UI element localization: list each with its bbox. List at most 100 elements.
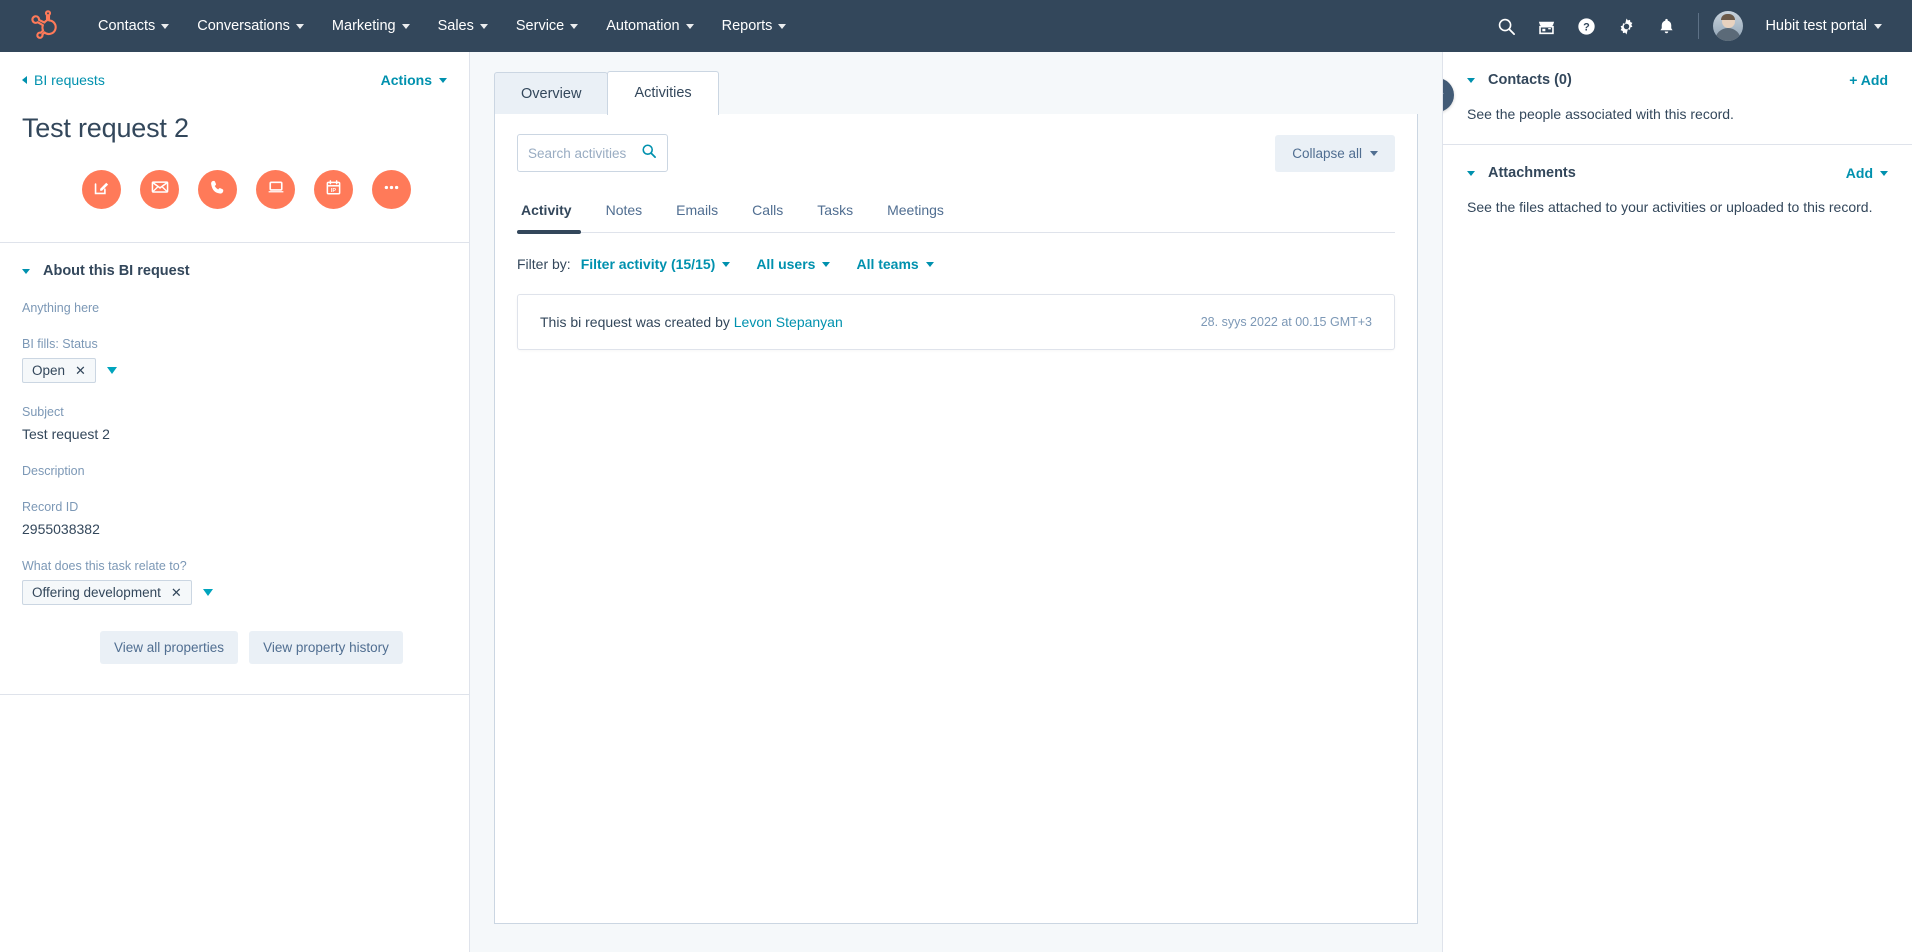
view-property-history-button[interactable]: View property history: [249, 631, 403, 664]
add-attachment-label: Add: [1845, 165, 1873, 181]
status-badge[interactable]: Open ✕: [22, 358, 96, 383]
chevron-down-icon: [439, 77, 447, 83]
property-label: BI fills: Status: [22, 337, 98, 351]
property-bi-fills-status: BI fills: Status Open ✕: [22, 337, 447, 383]
chevron-down-icon[interactable]: [106, 367, 117, 374]
subtab-notes[interactable]: Notes: [589, 194, 660, 232]
property-description: Description: [22, 464, 447, 478]
activity-text: This bi request was created by Levon Ste…: [540, 314, 843, 330]
nav-item-contacts[interactable]: Contacts: [84, 12, 183, 40]
svg-text:?: ?: [1583, 21, 1590, 33]
activity-author-link[interactable]: Levon Stepanyan: [734, 314, 843, 330]
chevron-down-icon: [685, 23, 694, 29]
attachments-section-description: See the files attached to your activitie…: [1467, 199, 1873, 215]
panel-toolbar: Collapse all: [517, 134, 1395, 172]
nav-item-label: Sales: [437, 18, 474, 34]
email-action-button[interactable]: [140, 170, 179, 209]
subtab-meetings[interactable]: Meetings: [870, 194, 961, 232]
left-sidebar: BI requests Actions Test request 2 IP Ab…: [0, 52, 470, 952]
subtab-calls[interactable]: Calls: [735, 194, 800, 232]
meeting-action-button[interactable]: IP: [314, 170, 353, 209]
close-icon[interactable]: ✕: [75, 364, 86, 377]
settings-gear-icon[interactable]: [1608, 8, 1644, 44]
attachments-section: Attachments Add See the files attached t…: [1443, 145, 1912, 237]
calendar-icon: IP: [325, 179, 342, 201]
subtab-tasks[interactable]: Tasks: [800, 194, 870, 232]
contacts-section: Contacts (0) + Add See the people associ…: [1443, 52, 1912, 144]
contacts-section-toggle[interactable]: Contacts (0): [1467, 72, 1572, 88]
filter-teams-dropdown[interactable]: All teams: [856, 256, 934, 272]
double-chevron-right-icon: [1443, 86, 1445, 105]
activity-timestamp: 28. syys 2022 at 00.15 GMT+3: [1200, 315, 1372, 329]
chevron-down-icon[interactable]: [202, 589, 213, 596]
contacts-section-title: Contacts (0): [1488, 72, 1572, 88]
property-value[interactable]: Test request 2: [22, 426, 447, 442]
property-value: 2955038382: [22, 521, 100, 537]
activity-subtabs: Activity Notes Emails Calls Tasks Meetin…: [517, 194, 1395, 234]
nav-item-marketing[interactable]: Marketing: [318, 12, 424, 40]
chevron-down-icon: [1880, 170, 1888, 176]
portal-selector[interactable]: Hubit test portal: [1757, 12, 1890, 40]
tab-strip: Overview Activities: [494, 70, 1418, 115]
phone-icon: [209, 179, 226, 201]
subtab-activity[interactable]: Activity: [517, 194, 589, 234]
nav-item-reports[interactable]: Reports: [708, 12, 801, 40]
property-subject: Subject Test request 2: [22, 405, 447, 442]
relates-to-badge[interactable]: Offering development ✕: [22, 580, 192, 605]
nav-item-label: Automation: [606, 18, 680, 34]
search-activities-field[interactable]: [517, 134, 668, 172]
help-icon[interactable]: ?: [1568, 8, 1604, 44]
call-action-button[interactable]: [198, 170, 237, 209]
close-icon[interactable]: ✕: [171, 586, 182, 599]
envelope-icon: [151, 178, 169, 201]
chevron-down-icon: [1467, 170, 1475, 176]
status-badge-label: Open: [32, 363, 66, 378]
property-label: Description: [22, 464, 85, 478]
search-input[interactable]: [528, 145, 635, 161]
search-icon[interactable]: [1488, 8, 1524, 44]
marketplace-icon[interactable]: [1528, 8, 1564, 44]
tab-activities[interactable]: Activities: [607, 71, 719, 115]
portal-name: Hubit test portal: [1765, 18, 1867, 34]
nav-item-service[interactable]: Service: [502, 12, 592, 40]
filter-activity-dropdown[interactable]: Filter activity (15/15): [581, 256, 731, 272]
quick-actions-row: IP: [82, 170, 447, 209]
about-section-header[interactable]: About this BI request: [22, 263, 447, 279]
nav-item-conversations[interactable]: Conversations: [183, 12, 318, 40]
note-action-button[interactable]: [82, 170, 121, 209]
search-icon[interactable]: [641, 143, 657, 164]
add-attachment-dropdown[interactable]: Add: [1846, 165, 1888, 181]
hubspot-logo[interactable]: [26, 10, 58, 42]
property-buttons-row: View all properties View property histor…: [100, 631, 447, 664]
actions-dropdown[interactable]: Actions: [381, 72, 447, 88]
breadcrumb-back-link[interactable]: BI requests: [22, 72, 105, 88]
subtab-emails[interactable]: Emails: [659, 194, 735, 232]
property-label: Subject: [22, 405, 64, 419]
collapse-all-button[interactable]: Collapse all: [1275, 134, 1395, 172]
log-action-button[interactable]: [256, 170, 295, 209]
chevron-down-icon: [822, 261, 831, 267]
user-avatar[interactable]: [1713, 11, 1744, 41]
tab-overview[interactable]: Overview: [494, 72, 609, 115]
add-contact-button[interactable]: + Add: [1849, 72, 1888, 88]
nav-item-automation[interactable]: Automation: [592, 12, 707, 40]
attachments-section-title: Attachments: [1488, 165, 1576, 181]
filter-by-label: Filter by:: [517, 256, 571, 272]
property-label: Record ID: [22, 500, 79, 514]
nav-item-sales[interactable]: Sales: [424, 12, 502, 40]
chevron-down-icon: [1874, 23, 1882, 29]
filter-users-dropdown[interactable]: All users: [756, 256, 831, 272]
attachments-section-toggle[interactable]: Attachments: [1467, 165, 1576, 181]
nav-right-cluster: ? Hubit test portal: [1488, 8, 1890, 44]
chevron-down-icon: [295, 23, 304, 29]
more-actions-button[interactable]: [372, 170, 411, 209]
notifications-bell-icon[interactable]: [1648, 8, 1684, 44]
filter-row: Filter by: Filter activity (15/15) All u…: [517, 256, 1395, 272]
view-all-properties-button[interactable]: View all properties: [100, 631, 239, 664]
about-section-title: About this BI request: [43, 263, 190, 279]
nav-divider: [1698, 13, 1700, 39]
chevron-down-icon: [925, 261, 934, 267]
ellipsis-icon: [382, 178, 401, 202]
activity-item[interactable]: This bi request was created by Levon Ste…: [517, 294, 1395, 350]
main-nav-items: Contacts Conversations Marketing Sales S…: [84, 12, 800, 40]
